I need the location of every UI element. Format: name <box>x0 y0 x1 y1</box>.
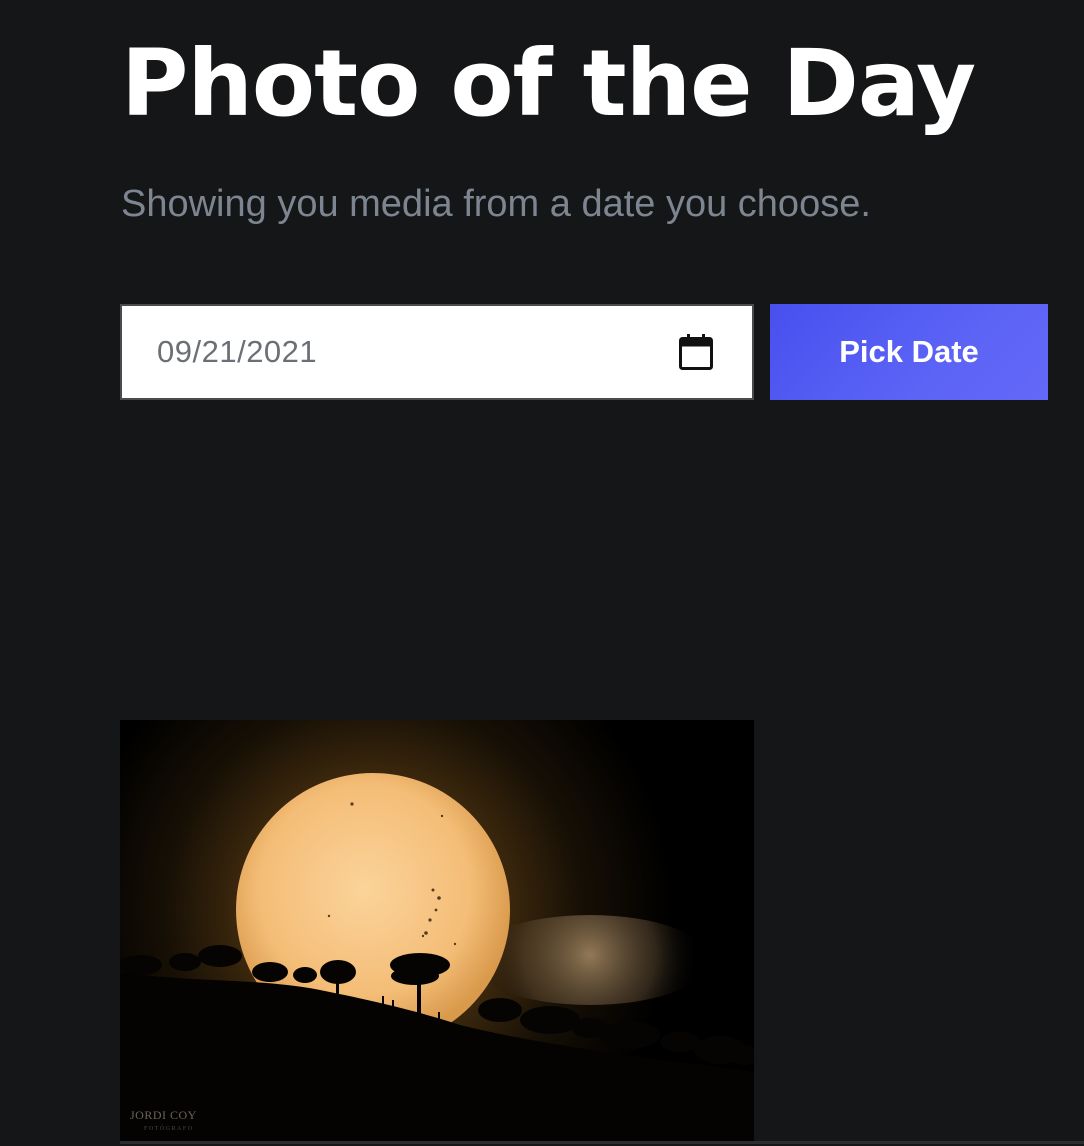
calendar-icon[interactable] <box>679 334 713 370</box>
date-input-value[interactable]: 09/21/2021 <box>157 333 317 370</box>
photo-watermark-sub: FOTÓGRAFO <box>144 1126 194 1132</box>
page-title: Photo of the Day <box>121 30 976 137</box>
photo-of-the-day-image: JORDI COY FOTÓGRAFO <box>120 720 754 1141</box>
sun-landscape-illustration <box>120 720 754 1141</box>
pick-date-button[interactable]: Pick Date <box>770 304 1048 400</box>
content-divider <box>120 1141 1084 1144</box>
photo-watermark: JORDI COY <box>130 1108 197 1122</box>
date-input[interactable]: 09/21/2021 <box>120 304 754 400</box>
page-subtitle: Showing you media from a date you choose… <box>121 183 871 225</box>
